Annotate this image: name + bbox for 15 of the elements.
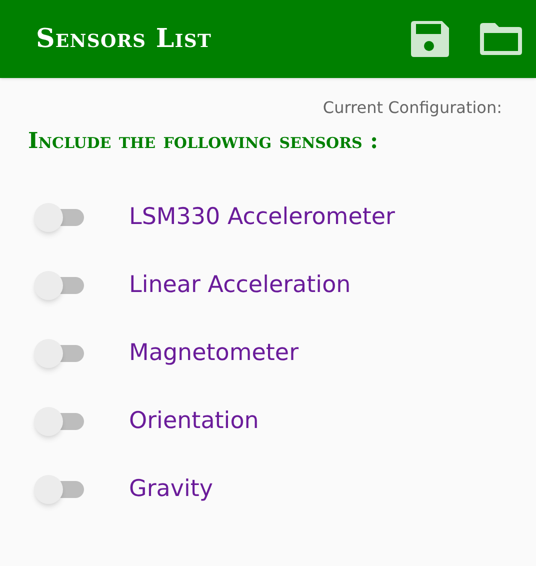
- toggle-switch[interactable]: [34, 474, 84, 504]
- folder-icon: [480, 23, 522, 55]
- toggle-switch[interactable]: [34, 202, 84, 232]
- app-title: Sensors List: [36, 22, 212, 56]
- section-heading: Include the following sensors :: [28, 128, 378, 154]
- sensor-label: LSM330 Accelerometer: [129, 202, 395, 232]
- sensor-label: Orientation: [129, 406, 259, 436]
- sensor-label: Magnetometer: [129, 338, 299, 368]
- save-button[interactable]: [410, 19, 450, 59]
- toggle-switch[interactable]: [34, 406, 84, 436]
- toggle-switch[interactable]: [34, 338, 84, 368]
- sensor-label: Linear Acceleration: [129, 270, 351, 300]
- sensor-label: Gravity: [129, 474, 214, 504]
- toggle-switch[interactable]: [34, 270, 84, 300]
- config-label: Current Configuration:: [322, 97, 502, 119]
